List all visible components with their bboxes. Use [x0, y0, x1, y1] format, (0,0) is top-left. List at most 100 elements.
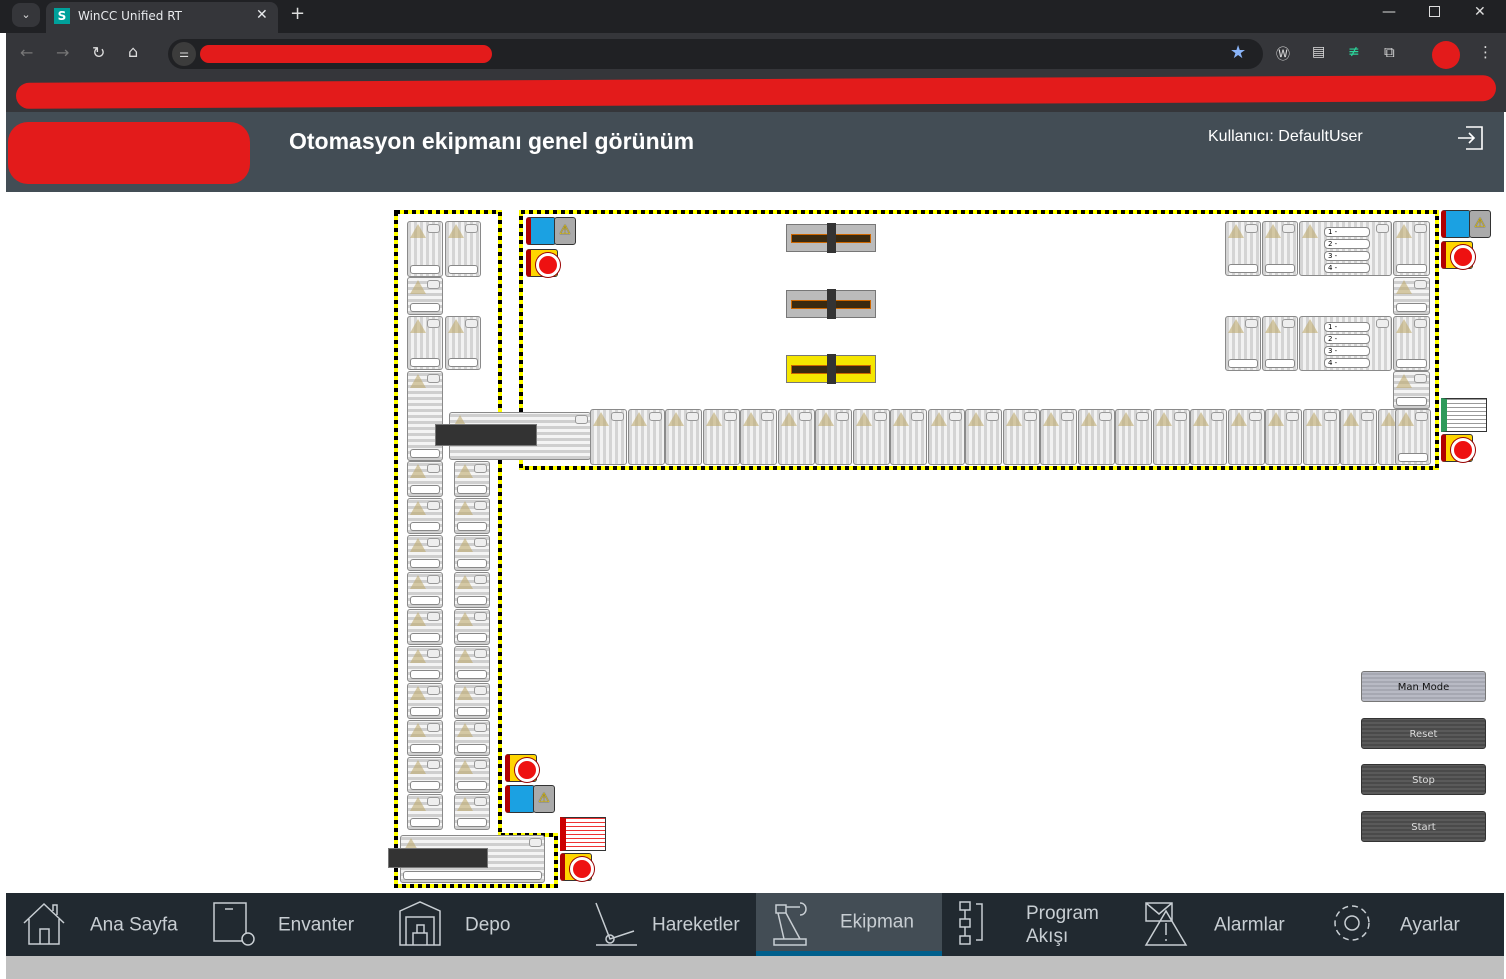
menu-icon[interactable]: ⋮	[1478, 43, 1493, 61]
conveyor-module[interactable]	[454, 461, 490, 497]
nav-hareketler[interactable]: Hareketler	[568, 893, 756, 956]
reset-button[interactable]: Reset	[1361, 718, 1486, 749]
conveyor-module[interactable]	[407, 794, 443, 830]
extensions-puzzle-icon[interactable]: ⧉	[1384, 43, 1395, 61]
reader-icon[interactable]: ▤	[1312, 44, 1325, 60]
conveyor-module[interactable]	[1190, 409, 1227, 465]
shuttle-carriage[interactable]	[786, 223, 876, 253]
conveyor-module[interactable]	[928, 409, 965, 465]
conveyor-module[interactable]	[454, 683, 490, 719]
conveyor-module[interactable]	[1078, 409, 1115, 465]
reload-icon[interactable]: ↻	[92, 43, 105, 62]
conveyor-module[interactable]	[1003, 409, 1040, 465]
transfer-shuttle[interactable]	[435, 424, 537, 446]
conveyor-module[interactable]	[1225, 316, 1261, 371]
conveyor-module[interactable]	[1393, 316, 1430, 371]
shuttle-carriage[interactable]	[786, 354, 876, 384]
conveyor-module[interactable]	[407, 221, 443, 277]
conveyor-module[interactable]	[407, 316, 443, 370]
conveyor-module[interactable]	[407, 609, 443, 645]
conveyor-module[interactable]	[454, 646, 490, 682]
bookmark-star-icon[interactable]: ★	[1230, 42, 1246, 63]
conveyor-module[interactable]: 1 - 2 - 3 - 4 -	[1299, 221, 1392, 276]
nav-depo[interactable]: Depo	[382, 893, 568, 956]
conveyor-module[interactable]	[454, 757, 490, 793]
start-button[interactable]: Start	[1361, 811, 1486, 842]
emergency-stop-icon[interactable]	[1441, 434, 1475, 462]
conveyor-module[interactable]: 1 - 2 - 3 - 4 -	[1299, 316, 1392, 371]
conveyor-module[interactable]	[454, 572, 490, 608]
conveyor-module[interactable]	[407, 683, 443, 719]
browser-tab[interactable]: S WinCC Unified RT ✕	[46, 2, 278, 33]
manual-mode-indicator[interactable]	[1441, 210, 1491, 238]
close-window-icon[interactable]: ✕	[1474, 4, 1486, 20]
home-browser-icon[interactable]: ⌂	[128, 42, 138, 61]
conveyor-module[interactable]	[628, 409, 665, 465]
conveyor-module[interactable]	[1153, 409, 1190, 465]
conveyor-module[interactable]	[1262, 221, 1298, 276]
conveyor-module[interactable]	[1303, 409, 1340, 465]
site-settings-icon[interactable]: ⚌	[172, 42, 196, 66]
maximize-icon[interactable]	[1429, 6, 1440, 17]
conveyor-module[interactable]	[853, 409, 890, 465]
conveyor-module[interactable]	[1228, 409, 1265, 465]
minimize-icon[interactable]: —	[1382, 4, 1396, 20]
conveyor-module[interactable]	[407, 371, 443, 461]
conveyor-module[interactable]	[454, 794, 490, 830]
close-tab-icon[interactable]: ✕	[256, 7, 268, 23]
conveyor-module[interactable]	[1340, 409, 1377, 465]
light-curtain-icon[interactable]	[1441, 398, 1487, 432]
manual-mode-indicator[interactable]	[505, 785, 555, 813]
conveyor-module[interactable]	[703, 409, 740, 465]
conveyor-module[interactable]	[740, 409, 777, 465]
emergency-stop-icon[interactable]	[526, 249, 560, 277]
nav-envanter[interactable]: Envanter	[196, 893, 382, 956]
conveyor-module[interactable]	[1040, 409, 1077, 465]
conveyor-module[interactable]	[1393, 371, 1430, 409]
conveyor-module[interactable]	[445, 221, 481, 277]
conveyor-module[interactable]	[407, 757, 443, 793]
conveyor-module[interactable]	[1115, 409, 1152, 465]
tab-search-button[interactable]: ⌄	[12, 3, 40, 27]
conveyor-module[interactable]	[407, 646, 443, 682]
emergency-stop-icon[interactable]	[505, 754, 539, 782]
conveyor-module[interactable]	[1393, 221, 1430, 276]
conveyor-module[interactable]	[407, 277, 443, 315]
address-bar[interactable]: ⚌ ★	[168, 39, 1263, 69]
conveyor-module[interactable]	[815, 409, 852, 465]
conveyor-module[interactable]	[1225, 221, 1261, 276]
nav-ekipman[interactable]: Ekipman	[756, 893, 942, 956]
nav-ana-sayfa[interactable]: Ana Sayfa	[6, 893, 196, 956]
conveyor-module[interactable]	[454, 720, 490, 756]
forward-icon[interactable]: →	[56, 43, 69, 62]
conveyor-module[interactable]	[1393, 277, 1430, 315]
stop-button[interactable]: Stop	[1361, 764, 1486, 795]
profile-avatar[interactable]	[1432, 41, 1460, 69]
conveyor-module[interactable]	[407, 461, 443, 497]
manual-mode-indicator[interactable]	[526, 217, 576, 245]
back-icon[interactable]: ←	[20, 43, 33, 62]
transfer-shuttle[interactable]	[388, 848, 488, 868]
conveyor-module[interactable]	[407, 720, 443, 756]
conveyor-module[interactable]	[454, 609, 490, 645]
conveyor-module[interactable]	[590, 409, 627, 465]
conveyor-module[interactable]	[445, 316, 481, 370]
extension-icon[interactable]: ≢	[1348, 44, 1360, 60]
nav-alarmlar[interactable]: Alarmlar	[1128, 893, 1314, 956]
conveyor-module[interactable]	[890, 409, 927, 465]
conveyor-module[interactable]	[778, 409, 815, 465]
emergency-stop-icon[interactable]	[560, 853, 594, 881]
new-tab-icon[interactable]: +	[290, 3, 305, 24]
extension-icon[interactable]: Ⓦ	[1276, 44, 1290, 64]
conveyor-module[interactable]	[1262, 316, 1298, 371]
conveyor-module[interactable]	[454, 535, 490, 571]
conveyor-module[interactable]	[454, 498, 490, 534]
conveyor-module[interactable]	[965, 409, 1002, 465]
nav-ayarlar[interactable]: Ayarlar	[1314, 893, 1504, 956]
conveyor-module[interactable]	[407, 498, 443, 534]
shuttle-carriage[interactable]	[786, 289, 876, 319]
nav-program-akisi[interactable]: Program Akışı	[942, 893, 1128, 956]
conveyor-module[interactable]	[665, 409, 702, 465]
light-curtain-icon[interactable]	[560, 817, 606, 851]
emergency-stop-icon[interactable]	[1441, 241, 1475, 269]
